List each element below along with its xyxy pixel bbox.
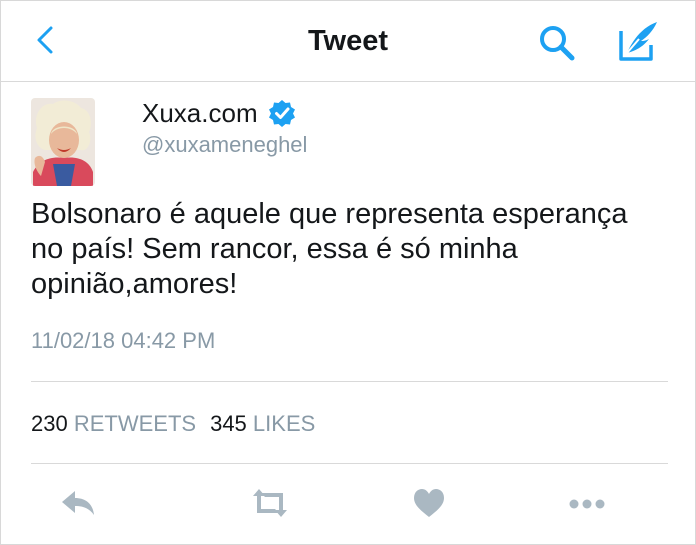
divider [31, 463, 668, 464]
tweet-detail-screen: Tweet Xuxa.com @xuxameneghel Bolsonaro é… [0, 0, 696, 545]
more-options-button[interactable] [567, 487, 607, 519]
display-name[interactable]: Xuxa.com [142, 98, 258, 129]
retweets-count: 230 [31, 411, 68, 436]
compose-tweet-icon [619, 22, 657, 61]
reply-icon [62, 491, 94, 515]
page-title: Tweet [307, 25, 389, 57]
user-handle[interactable]: @xuxameneghel [142, 132, 307, 158]
verified-badge-icon [268, 99, 296, 127]
retweets-label: RETWEETS [73, 411, 197, 436]
tweet-timestamp: 11/02/18 04:42 PM [31, 328, 216, 353]
divider [31, 381, 668, 382]
retweets-stat[interactable]: 230 RETWEETS [31, 411, 210, 436]
like-button[interactable] [412, 487, 452, 519]
avatar[interactable] [31, 98, 95, 186]
search-button[interactable] [537, 23, 577, 63]
tweet-stats: 230 RETWEETS 345 LIKES [31, 411, 329, 437]
profile-photo [31, 98, 95, 186]
retweet-icon [253, 489, 287, 517]
tweet-text: Bolsonaro é aquele que representa espera… [31, 198, 628, 300]
more-options-icon [569, 499, 605, 509]
like-heart-icon [414, 489, 444, 517]
retweet-button[interactable] [247, 487, 293, 519]
search-icon [540, 26, 575, 61]
navigation-bar: Tweet [1, 1, 695, 82]
likes-stat[interactable]: 345 LIKES [210, 411, 329, 436]
reply-button[interactable] [59, 487, 99, 519]
likes-label: LIKES [252, 411, 316, 436]
compose-tweet-button[interactable] [613, 17, 661, 65]
likes-count: 345 [210, 411, 247, 436]
